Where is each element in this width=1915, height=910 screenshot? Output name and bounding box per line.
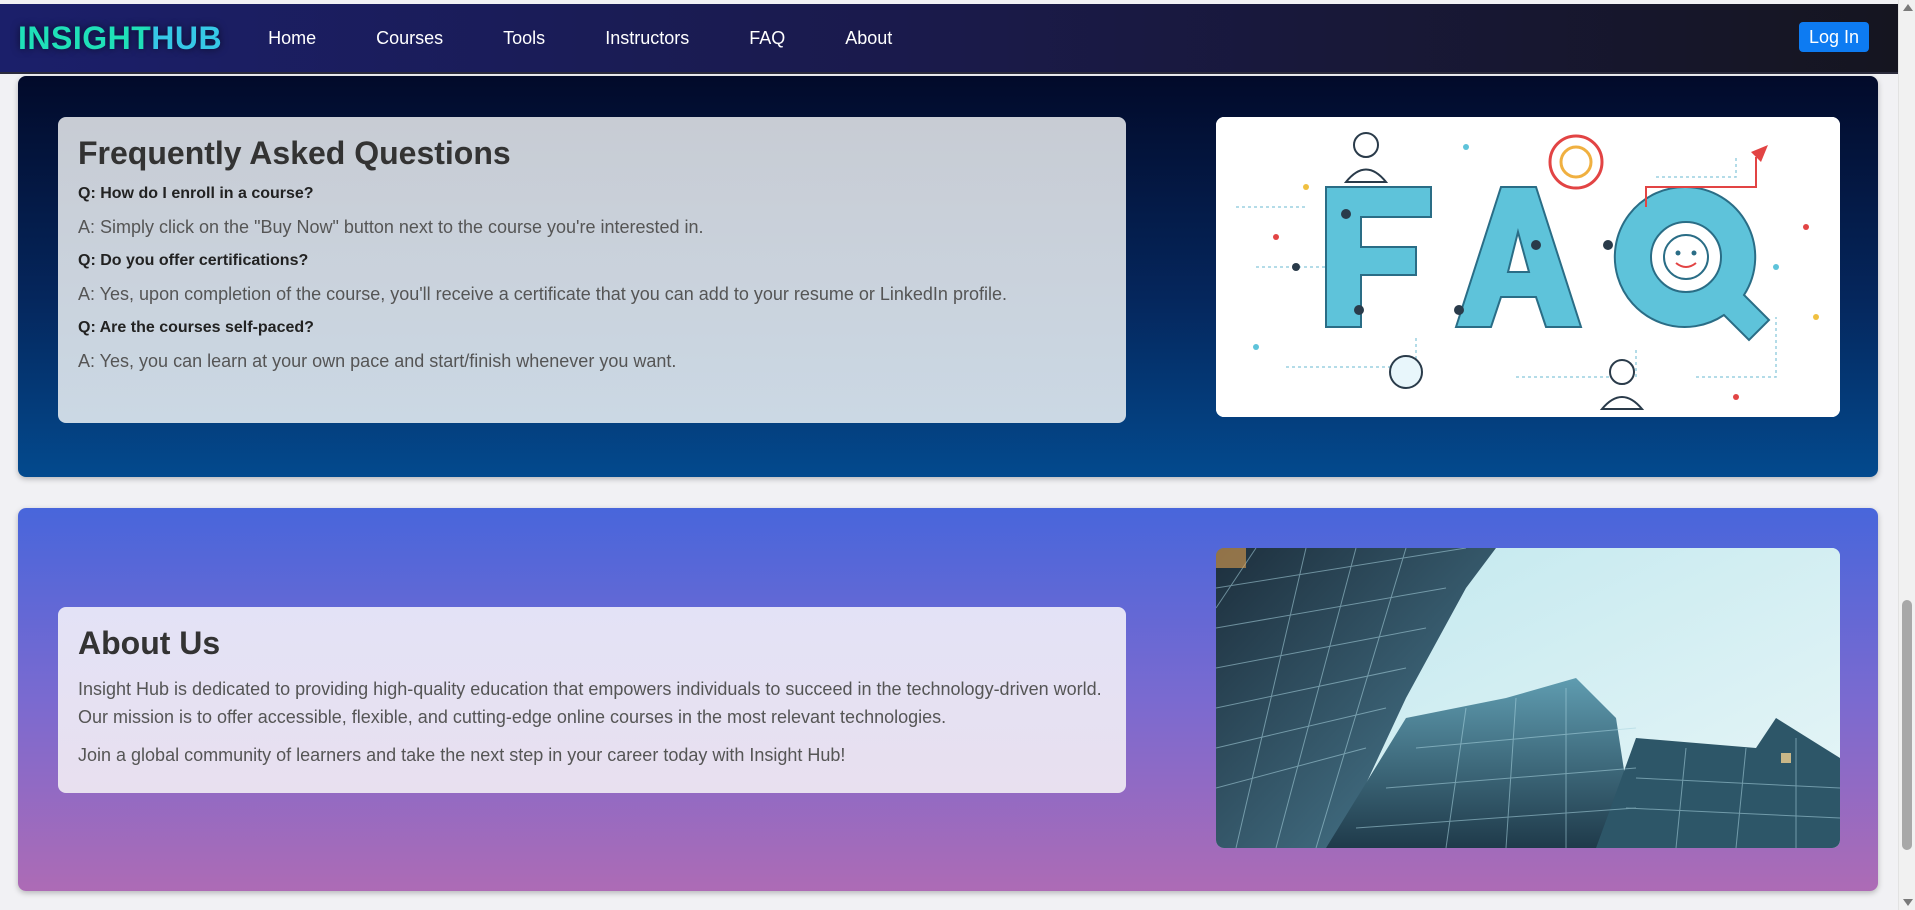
faq-answer: A: Simply click on the "Buy Now" button … (78, 217, 704, 237)
about-card: About Us Insight Hub is dedicated to pro… (58, 607, 1126, 793)
building-photo (1216, 548, 1840, 848)
faq-item: Q: Do you offer certifications? A: Yes, … (78, 252, 1106, 305)
faq-item: Q: Are the courses self-paced? A: Yes, y… (78, 319, 1106, 372)
about-paragraph-mission: Insight Hub is dedicated to providing hi… (78, 679, 1102, 727)
faq-section: Frequently Asked Questions Q: How do I e… (18, 76, 1878, 477)
faq-question: Q: Are the courses self-paced? (78, 319, 314, 336)
logo-text-hub: HUB (151, 19, 223, 56)
nav-links: Home Courses Tools Instructors FAQ About (268, 28, 952, 49)
nav-link-about[interactable]: About (845, 28, 892, 49)
page-scrollbar[interactable] (1898, 0, 1915, 910)
nav-link-home[interactable]: Home (268, 28, 316, 49)
faq-illustration-svg (1216, 117, 1840, 417)
login-button[interactable]: Log In (1798, 22, 1869, 52)
faq-answer: A: Yes, upon completion of the course, y… (78, 284, 1007, 304)
faq-question: Q: Do you offer certifications? (78, 252, 309, 269)
logo-text-insight: INSIGHT (18, 19, 152, 56)
site-logo[interactable]: INSIGHTHUB (18, 20, 222, 57)
scroll-up-arrow-icon[interactable] (1903, 4, 1913, 11)
faq-card: Frequently Asked Questions Q: How do I e… (58, 117, 1126, 423)
nav-link-tools[interactable]: Tools (503, 28, 545, 49)
scroll-down-arrow-icon[interactable] (1903, 899, 1913, 906)
about-paragraph-join: Join a global community of learners and … (78, 745, 846, 765)
nav-link-instructors[interactable]: Instructors (605, 28, 689, 49)
about-section: About Us Insight Hub is dedicated to pro… (18, 508, 1878, 891)
faq-title: Frequently Asked Questions (78, 135, 511, 171)
faq-illustration (1216, 117, 1840, 417)
building-photo-svg (1216, 548, 1840, 848)
about-title: About Us (78, 625, 221, 661)
nav-link-courses[interactable]: Courses (376, 28, 443, 49)
nav-link-faq[interactable]: FAQ (749, 28, 785, 49)
faq-item: Q: How do I enroll in a course? A: Simpl… (78, 185, 1106, 238)
faq-question: Q: How do I enroll in a course? (78, 185, 314, 202)
faq-answer: A: Yes, you can learn at your own pace a… (78, 351, 677, 371)
scrollbar-thumb[interactable] (1902, 600, 1912, 850)
top-navbar: INSIGHTHUB Home Courses Tools Instructor… (0, 4, 1898, 74)
